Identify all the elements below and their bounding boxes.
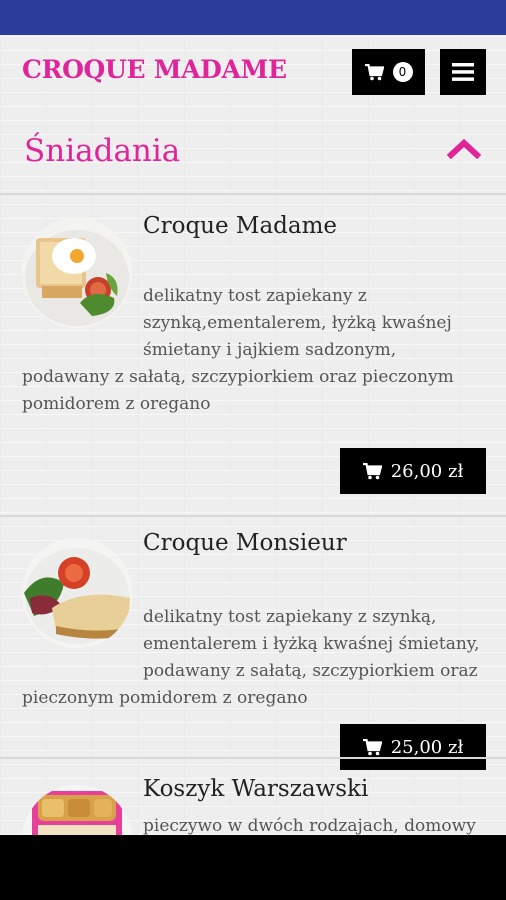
- product-description: delikatny tost zapiekany z szynką,ementa…: [22, 286, 454, 414]
- cart-icon: [364, 63, 384, 80]
- product-description: delikatny tost zapiekany z szynką, ement…: [22, 607, 480, 708]
- add-to-cart-button[interactable]: 26,00 zł: [340, 448, 486, 494]
- product-item: Croque Madame delikatny tost zapiekany z…: [0, 195, 506, 515]
- app-screen: CROQUE MADAME 0 Śniadania Croque Madame …: [0, 35, 506, 835]
- chevron-up-icon: [446, 138, 482, 160]
- product-name[interactable]: Croque Madame: [143, 213, 337, 239]
- cart-button[interactable]: 0: [352, 49, 425, 95]
- cart-icon: [362, 738, 382, 755]
- product-description: pieczywo w dwóch rodzajach, domowy: [143, 816, 476, 835]
- system-navigation-bar: [0, 835, 506, 900]
- collapse-button[interactable]: [446, 137, 485, 163]
- product-item: Croque Monsieur delikatny tost zapiekany…: [0, 517, 506, 770]
- cart-count-badge: 0: [392, 62, 413, 82]
- category-header[interactable]: Śniadania: [0, 123, 506, 193]
- price-label: 26,00 zł: [390, 460, 464, 482]
- category-title: Śniadania: [24, 133, 181, 169]
- product-name[interactable]: Croque Monsieur: [143, 530, 347, 556]
- header: CROQUE MADAME 0: [0, 35, 506, 110]
- cart-icon: [362, 462, 382, 479]
- price-label: 25,00 zł: [390, 736, 464, 758]
- product-name[interactable]: Koszyk Warszawski: [143, 776, 368, 802]
- hamburger-menu-icon: [452, 63, 474, 81]
- product-item: Koszyk Warszawski pieczywo w dwóch rodza…: [0, 759, 506, 835]
- menu-button[interactable]: [440, 49, 486, 95]
- brand-logo[interactable]: CROQUE MADAME: [22, 55, 287, 84]
- status-bar: [0, 0, 506, 35]
